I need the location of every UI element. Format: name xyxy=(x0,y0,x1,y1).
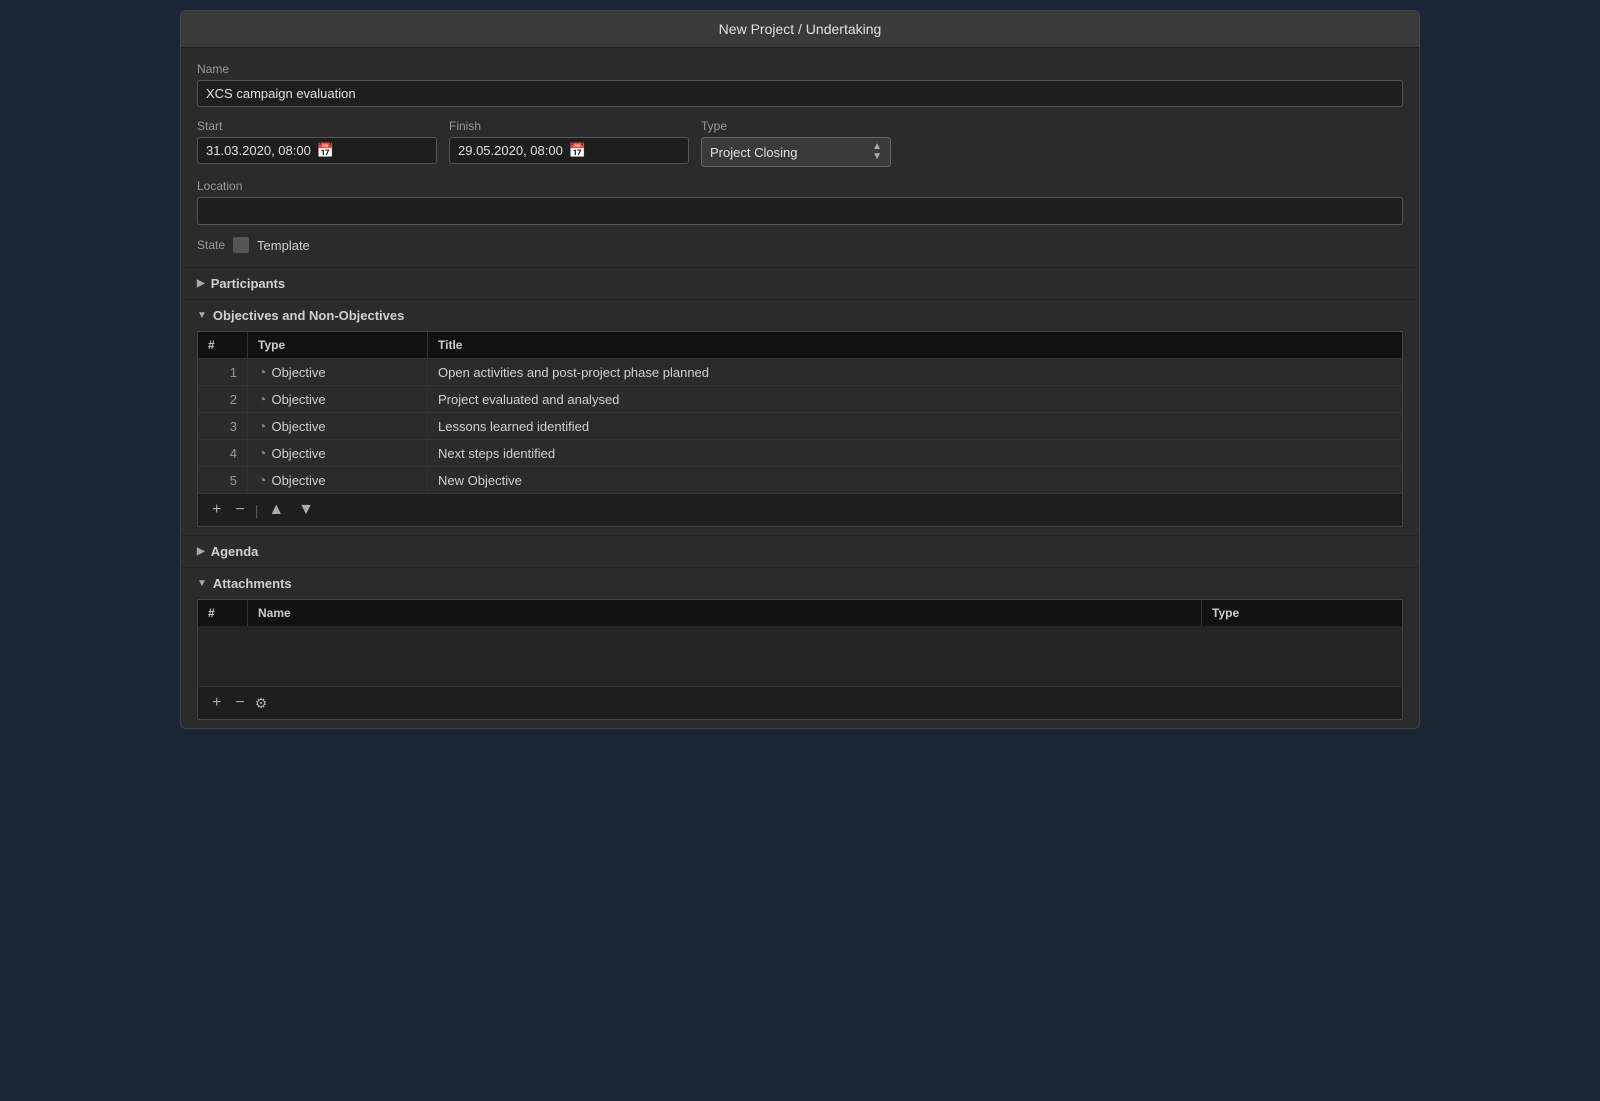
state-label: State xyxy=(197,238,225,252)
attachments-empty-area xyxy=(198,626,1402,686)
row-type-1: ◔ Objective xyxy=(248,359,428,385)
attach-col-name: Name xyxy=(248,600,1202,626)
obj-col-title: Title xyxy=(428,332,1402,358)
row-title-2: Project evaluated and analysed xyxy=(428,386,1402,412)
form-content: Name Start 31.03.2020, 08:00 📅 Finish 29… xyxy=(181,48,1419,267)
table-row[interactable]: 4 ◔ Objective Next steps identified xyxy=(198,439,1402,466)
attach-col-num: # xyxy=(198,600,248,626)
row-title-3: Lessons learned identified xyxy=(428,413,1402,439)
participants-section-header[interactable]: ▶ Participants xyxy=(181,267,1419,299)
start-date-value: 31.03.2020, 08:00 xyxy=(206,143,311,158)
attachments-toolbar: + − ⚙ xyxy=(198,686,1402,719)
attach-col-type: Type xyxy=(1202,600,1402,626)
objective-icon: ◔ xyxy=(258,364,266,380)
attachments-label: Attachments xyxy=(213,576,292,591)
row-title-1: Open activities and post-project phase p… xyxy=(428,359,1402,385)
attachments-table-header: # Name Type xyxy=(198,600,1402,626)
objectives-move-down-button[interactable]: ▼ xyxy=(294,500,318,520)
table-row[interactable]: 5 ◔ Objective New Objective xyxy=(198,466,1402,493)
objectives-table-header: # Type Title xyxy=(198,332,1402,358)
objectives-add-button[interactable]: + xyxy=(208,500,225,520)
objectives-label: Objectives and Non-Objectives xyxy=(213,308,404,323)
state-icon xyxy=(233,237,249,253)
row-num-5: 5 xyxy=(198,467,248,493)
attachments-add-button[interactable]: + xyxy=(208,693,225,713)
row-type-4: ◔ Objective xyxy=(248,440,428,466)
state-value: Template xyxy=(257,238,310,253)
objectives-section-header[interactable]: ▼ Objectives and Non-Objectives xyxy=(181,299,1419,331)
start-group: Start 31.03.2020, 08:00 📅 xyxy=(197,119,437,167)
row-num-2: 2 xyxy=(198,386,248,412)
objectives-triangle-icon: ▼ xyxy=(197,310,207,321)
participants-label: Participants xyxy=(211,276,285,291)
objectives-table: # Type Title 1 ◔ Objective Open activiti… xyxy=(197,331,1403,527)
row-num-4: 4 xyxy=(198,440,248,466)
row-type-3: ◔ Objective xyxy=(248,413,428,439)
toolbar-separator: | xyxy=(255,502,259,518)
name-label: Name xyxy=(197,62,1403,76)
objective-icon: ◔ xyxy=(258,445,266,461)
start-label: Start xyxy=(197,119,437,133)
table-row[interactable]: 2 ◔ Objective Project evaluated and anal… xyxy=(198,385,1402,412)
location-section: Location xyxy=(197,179,1403,225)
finish-calendar-icon[interactable]: 📅 xyxy=(569,142,586,159)
objective-icon: ◔ xyxy=(258,391,266,407)
finish-label: Finish xyxy=(449,119,689,133)
type-value: Project Closing xyxy=(710,145,797,160)
window-title: New Project / Undertaking xyxy=(719,21,882,37)
type-select[interactable]: Project Closing ▲ ▼ xyxy=(701,137,891,167)
agenda-section-header[interactable]: ▶ Agenda xyxy=(181,535,1419,567)
location-input[interactable] xyxy=(197,197,1403,225)
attachments-table: # Name Type + − ⚙ xyxy=(197,599,1403,720)
start-calendar-icon[interactable]: 📅 xyxy=(317,142,334,159)
type-label: Type xyxy=(701,119,891,133)
finish-date-field[interactable]: 29.05.2020, 08:00 📅 xyxy=(449,137,689,164)
main-window: New Project / Undertaking Name Start 31.… xyxy=(180,10,1420,729)
row-type-5: ◔ Objective xyxy=(248,467,428,493)
select-arrows-icon: ▲ ▼ xyxy=(872,142,882,162)
attachments-section-header[interactable]: ▼ Attachments xyxy=(181,567,1419,599)
row-num-1: 1 xyxy=(198,359,248,385)
objectives-remove-button[interactable]: − xyxy=(231,500,248,520)
finish-group: Finish 29.05.2020, 08:00 📅 xyxy=(449,119,689,167)
table-row[interactable]: 1 ◔ Objective Open activities and post-p… xyxy=(198,358,1402,385)
obj-col-type: Type xyxy=(248,332,428,358)
attachments-triangle-icon: ▼ xyxy=(197,578,207,589)
row-title-5: New Objective xyxy=(428,467,1402,493)
attachments-remove-button[interactable]: − xyxy=(231,693,248,713)
obj-col-num: # xyxy=(198,332,248,358)
location-label: Location xyxy=(197,179,1403,193)
objectives-move-up-button[interactable]: ▲ xyxy=(264,500,288,520)
gear-icon[interactable]: ⚙ xyxy=(255,695,268,712)
row-title-4: Next steps identified xyxy=(428,440,1402,466)
state-row: State Template xyxy=(197,237,1403,253)
agenda-triangle-icon: ▶ xyxy=(197,546,205,557)
participants-triangle-icon: ▶ xyxy=(197,278,205,289)
finish-date-value: 29.05.2020, 08:00 xyxy=(458,143,563,158)
name-input[interactable] xyxy=(197,80,1403,107)
row-type-2: ◔ Objective xyxy=(248,386,428,412)
objective-icon: ◔ xyxy=(258,472,266,488)
objective-icon: ◔ xyxy=(258,418,266,434)
agenda-label: Agenda xyxy=(211,544,259,559)
objectives-toolbar: + − | ▲ ▼ xyxy=(198,493,1402,526)
title-bar: New Project / Undertaking xyxy=(181,11,1419,48)
table-row[interactable]: 3 ◔ Objective Lessons learned identified xyxy=(198,412,1402,439)
start-date-field[interactable]: 31.03.2020, 08:00 📅 xyxy=(197,137,437,164)
row-num-3: 3 xyxy=(198,413,248,439)
date-type-row: Start 31.03.2020, 08:00 📅 Finish 29.05.2… xyxy=(197,119,1403,167)
type-group: Type Project Closing ▲ ▼ xyxy=(701,119,891,167)
